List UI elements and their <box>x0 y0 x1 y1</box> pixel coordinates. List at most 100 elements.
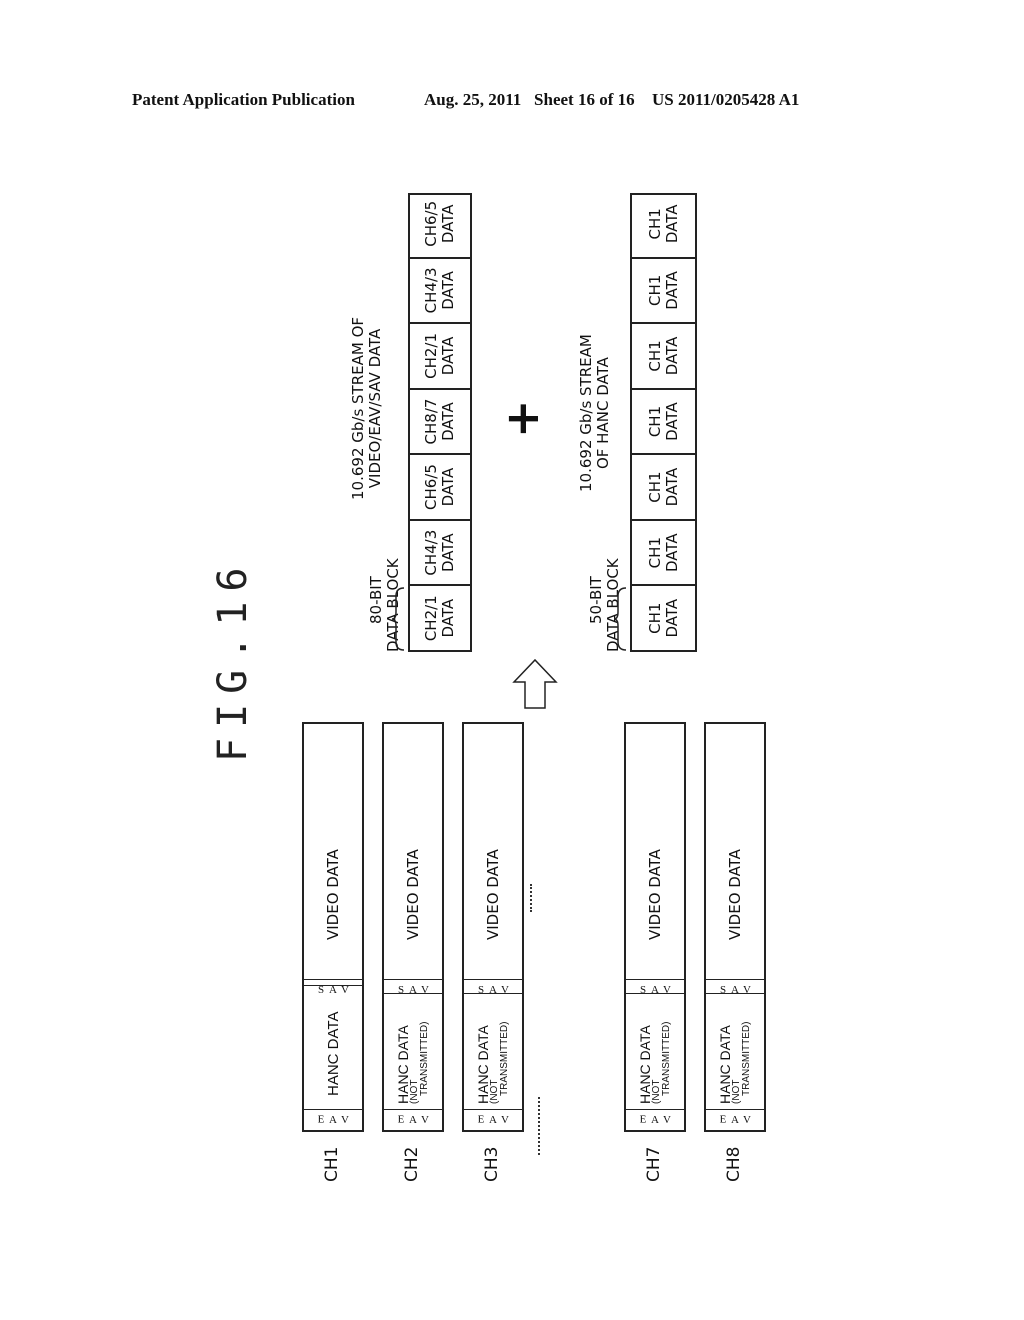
sav-segment: SAV <box>384 979 442 1000</box>
video-stream-box: CH2/1 DATA CH4/3 DATA CH6/5 DATA CH8/7 DATA CH2/… <box>408 193 472 652</box>
video-segment: VIDEO DATA <box>384 724 442 980</box>
hanc-segment: HANC DATA (NOT TRANSMITTED) <box>626 993 684 1110</box>
video-segment: VIDEO DATA <box>706 724 764 980</box>
channel-label: CH1 <box>322 1146 342 1182</box>
sav-segment: SAV <box>464 979 522 1000</box>
cell-data-label: DATA <box>662 271 681 310</box>
video-block-brace <box>392 587 405 651</box>
eav-letter: A <box>731 1114 739 1127</box>
hanc-segment: HANC DATA (NOT TRANSMITTED) <box>706 993 764 1110</box>
video-label: VIDEO DATA <box>646 849 664 940</box>
data-block-cell: CH6/5 DATA <box>410 453 470 519</box>
data-block-cell: CH4/3 DATA <box>410 256 470 323</box>
cell-data-label: DATA <box>662 598 681 638</box>
hanc-note: (NOT <box>488 1079 500 1104</box>
sav-letter: A <box>489 984 497 997</box>
eav-letter: A <box>329 1114 337 1127</box>
sav-letter: A <box>731 984 739 997</box>
sav-letter: V <box>501 984 509 997</box>
eav-segment: EAV <box>706 1109 764 1130</box>
figure-title: FIG.16 <box>210 557 256 763</box>
hanc-note: TRANSMITTED) <box>740 1021 752 1096</box>
cell-data-label: DATA <box>439 533 457 572</box>
sav-segment: SAV <box>626 979 684 1000</box>
hanc-stream-box: CH1 DATA CH1 DATA CH1 DATA CH1 DATA CH1 DATA CH1 DA… <box>630 193 697 652</box>
cell-data-label: DATA <box>662 533 681 572</box>
cell-channel-label: CH1 <box>645 340 664 372</box>
sav-letter: S <box>639 984 647 996</box>
hanc-label: HANC DATA <box>324 1011 342 1096</box>
hanc-label: HANC DATA <box>716 1025 733 1104</box>
eav-letter: E <box>719 1114 727 1127</box>
video-label: VIDEO DATA <box>726 849 744 940</box>
sav-letter: S <box>397 984 405 996</box>
eav-letter: E <box>397 1114 405 1127</box>
hanc-segment: HANC DATA (NOT TRANSMITTED) <box>464 993 522 1110</box>
cell-channel-label: CH4/3 <box>422 529 440 576</box>
cell-channel-label: CH6/5 <box>422 200 440 247</box>
hanc-note: (NOT <box>730 1079 742 1104</box>
cell-data-label: DATA <box>439 402 457 441</box>
video-label: VIDEO DATA <box>484 849 502 940</box>
data-block-cell: CH6/5 DATA <box>410 191 470 257</box>
eav-letter: E <box>639 1114 647 1127</box>
cell-channel-label: CH1 <box>645 405 664 438</box>
sav-letter: A <box>329 984 337 997</box>
data-block-cell: CH1 DATA <box>632 256 695 323</box>
eav-segment: EAV <box>464 1109 522 1130</box>
sav-letter: A <box>409 984 417 997</box>
data-block-cell: CH1 DATA <box>632 453 695 519</box>
video-segment: VIDEO DATA <box>304 724 362 980</box>
cell-channel-label: CH1 <box>645 602 664 634</box>
data-block-cell: CH1 DATA <box>632 584 695 650</box>
eav-segment: EAV <box>304 1109 362 1130</box>
hanc-note: TRANSMITTED) <box>498 1021 510 1096</box>
publication-label: Patent Application Publication <box>132 90 355 109</box>
hanc-label: HANC DATA <box>394 1025 411 1104</box>
channel-frame: E A V HANC DATA (NOT TRANSMITTED) S A V VIDEO DAT… <box>462 722 524 1132</box>
data-block-cell: CH1 DATA <box>632 518 695 585</box>
cell-channel-label: CH2/1 <box>422 595 440 642</box>
hanc-block-brace <box>614 587 627 651</box>
hanc-note: TRANSMITTED) <box>418 1021 430 1096</box>
patent-number: US 2011/0205428 A1 <box>652 90 800 109</box>
cell-data-label: DATA <box>439 204 457 244</box>
cell-data-label: DATA <box>439 271 457 310</box>
hanc-segment: HANC DATA <box>304 985 362 1110</box>
video-segment: VIDEO DATA <box>464 724 522 980</box>
cell-data-label: DATA <box>662 402 681 441</box>
video-label: VIDEO DATA <box>404 849 422 940</box>
channel-label: CH7 <box>644 1146 664 1182</box>
data-block-cell: CH2/1 DATA <box>410 322 470 388</box>
cell-data-label: DATA <box>439 336 457 376</box>
data-block-cell: CH2/1 DATA <box>410 584 470 650</box>
cell-channel-label: CH1 <box>645 471 664 503</box>
data-block-cell: CH1 DATA <box>632 387 695 454</box>
eav-letter: A <box>489 1114 497 1127</box>
cell-data-label: DATA <box>662 204 681 244</box>
cell-data-label: DATA <box>439 598 457 638</box>
figure-16-diagram: FIG.16 10.692 Gb/s STREAM OF VIDEO/EAV/S… <box>200 150 780 1200</box>
data-block-cell: CH4/3 DATA <box>410 518 470 585</box>
cell-channel-label: CH1 <box>645 274 664 307</box>
eav-letter: A <box>651 1114 659 1127</box>
ellipsis-dots-rows <box>530 884 532 912</box>
eav-letter: V <box>743 1114 751 1127</box>
cell-channel-label: CH1 <box>645 208 664 240</box>
channel-label: CH2 <box>402 1146 422 1182</box>
cell-channel-label: CH8/7 <box>422 398 440 445</box>
data-block-cell: CH1 DATA <box>632 191 695 257</box>
sav-letter: V <box>663 984 671 997</box>
hanc-segment: HANC DATA (NOT TRANSMITTED) <box>384 993 442 1110</box>
cell-channel-label: CH6/5 <box>422 464 440 511</box>
video-stream-label: 10.692 Gb/s STREAM OF VIDEO/EAV/SAV DATA <box>349 316 384 500</box>
hanc-note: TRANSMITTED) <box>660 1021 672 1096</box>
eav-letter: E <box>477 1114 485 1127</box>
cell-channel-label: CH4/3 <box>422 267 440 314</box>
eav-letter: V <box>663 1114 671 1127</box>
channel-frame: E A V HANC DATA (NOT TRANSMITTED) S A V VIDEO DAT… <box>624 722 686 1132</box>
up-arrow-icon <box>512 658 558 709</box>
channel-label: CH8 <box>724 1146 744 1182</box>
video-segment: VIDEO DATA <box>626 724 684 980</box>
eav-segment: EAV <box>384 1109 442 1130</box>
